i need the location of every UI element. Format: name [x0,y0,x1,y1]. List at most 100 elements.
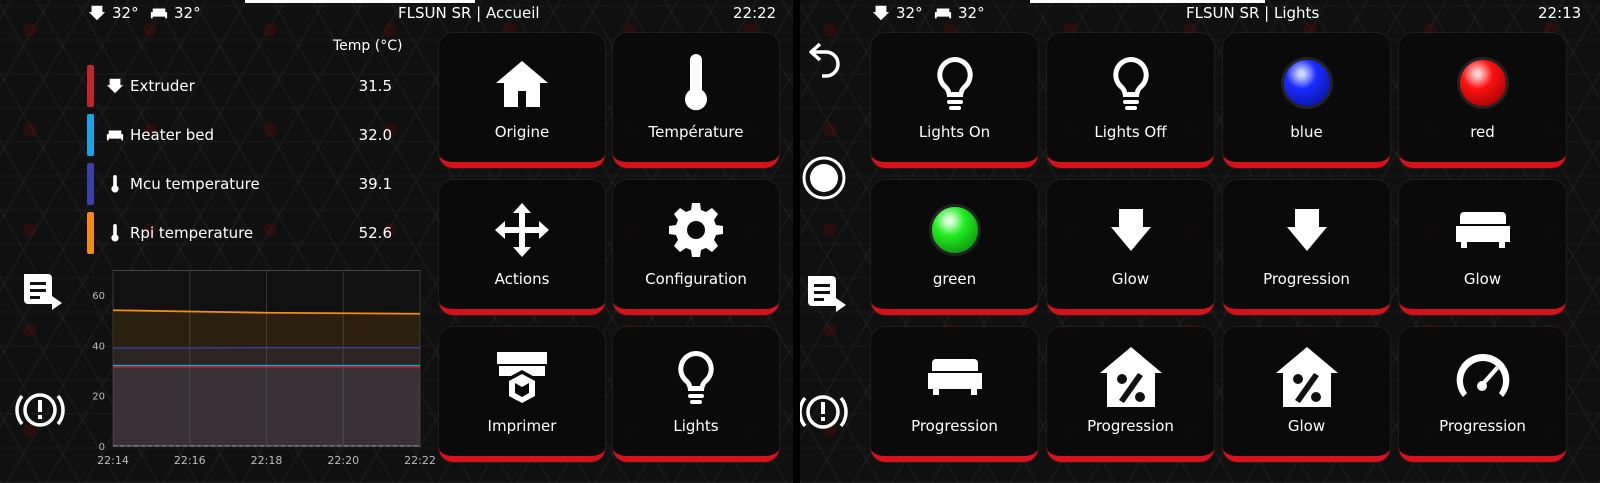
home-nav-button[interactable] [801,155,847,205]
alert-icon [800,395,848,429]
temp-value: 32.0 [358,126,392,144]
circle-home-icon [802,156,846,200]
alert-icon [15,393,65,427]
temp-color-bar [87,65,94,107]
y-tick-label: 20 [92,392,105,403]
clock: 22:22 [733,4,777,22]
temp-name: Heater bed [130,126,215,144]
red-light-button[interactable]: red [1399,33,1566,168]
emergency-stop-button[interactable] [800,388,849,440]
page-title: FLSUN SR | Accueil [398,4,540,22]
lights-screen: 32° 32° FLSUN SR | Lights 22:13 Lights O… [800,0,1600,483]
temp-row-heater-bed[interactable]: Heater bed 32.0 [87,113,392,157]
bed-temp-indicator: 32° [934,4,985,22]
extruder-icon [872,5,890,21]
script-run-icon [808,276,846,312]
button-label: Lights [673,416,719,435]
bed-icon [150,8,168,19]
bed-progression-button[interactable]: Progression [871,327,1038,462]
button-label: Progression [1439,416,1526,435]
blue-light-button[interactable]: blue [1223,33,1390,168]
top-bar: 32° 32° FLSUN SR | Lights 22:13 [800,0,1600,30]
button-label: Progression [1263,269,1350,288]
extruder-temp-indicator: 32° [88,4,139,22]
extruder-icon [1286,208,1327,251]
bed-temp-indicator: 32° [150,4,201,22]
bed-icon [934,8,952,19]
green-light-button[interactable]: green [871,180,1038,315]
top-bar: 32° 32° FLSUN SR | Accueil 22:22 [0,0,793,30]
page-title: FLSUN SR | Lights [1186,4,1320,22]
temp-name: Mcu temperature [130,175,260,193]
temp-color-bar [87,212,94,254]
gear-icon [669,202,723,257]
actions-button[interactable]: Actions [439,180,605,315]
y-tick-label: 40 [92,341,105,352]
extruder-progression-button[interactable]: Progression [1223,180,1390,315]
bed-icon [1455,211,1510,248]
temp-row-extruder[interactable]: Extruder 31.5 [87,64,392,108]
temperature-graph-svg: 22:14 22:16 22:18 22:20 22:22 0 20 40 60 [92,269,436,467]
print-button[interactable]: Imprimer [439,327,605,462]
green-ball-icon [928,203,981,256]
console-button[interactable] [802,272,850,322]
speed-gauge-icon [1456,353,1509,397]
bed-temp-text: 32° [174,4,201,22]
percent-glow-button[interactable]: Glow [1223,327,1390,462]
back-button[interactable] [808,38,844,82]
x-tick-label: 22:16 [174,454,206,467]
y-tick-label: 60 [92,291,105,302]
button-label: Lights Off [1094,122,1167,141]
percent-progression-button[interactable]: Progression [1047,327,1214,462]
button-label: Glow [1111,269,1150,288]
temp-row-rpi[interactable]: Rpi temperature 52.6 [87,211,392,255]
thermometer-icon [106,224,124,242]
temp-color-bar [87,114,94,156]
home-screen: 32° 32° FLSUN SR | Accueil 22:22 Temp (°… [0,0,793,483]
bed-temp-text: 32° [958,4,985,22]
extruder-temp-text: 32° [896,4,923,22]
move-arrows-icon [495,202,549,257]
temp-row-mcu[interactable]: Mcu temperature 39.1 [87,162,392,206]
button-label: Origine [494,122,550,141]
configuration-button[interactable]: Configuration [613,180,779,315]
console-button[interactable] [18,270,66,320]
lights-off-button[interactable]: Lights Off [1047,33,1214,168]
button-label: Progression [1087,416,1174,435]
home-axis-button[interactable]: Origine [439,33,605,168]
x-tick-label: 22:22 [404,454,436,467]
red-ball-icon [1456,56,1509,109]
thermometer-icon [685,53,707,110]
bed-icon [927,358,982,395]
extruder-icon [88,5,106,21]
x-tick-label: 22:18 [251,454,283,467]
emergency-stop-button[interactable] [14,386,66,438]
clock: 22:13 [1538,4,1582,22]
button-label: Température [648,122,744,141]
temperature-button[interactable]: Température [613,33,779,168]
printer-icon [497,351,547,403]
lights-on-button[interactable]: Lights On [871,33,1038,168]
speed-progression-button[interactable]: Progression [1399,327,1566,462]
button-label: Progression [911,416,998,435]
temp-color-bar [87,163,94,205]
script-run-icon [24,274,62,310]
temperature-graph: 22:14 22:16 22:18 22:20 22:22 0 20 40 60 [85,269,440,480]
button-label: Lights On [918,122,991,141]
button-label: green [932,269,977,288]
button-label: blue [1290,122,1323,141]
temp-name: Rpi temperature [130,224,254,242]
lightbulb-icon [936,56,973,110]
extruder-temp-text: 32° [112,4,139,22]
temp-value: 52.6 [358,224,392,242]
percent-house-icon [1275,346,1338,407]
extruder-glow-button[interactable]: Glow [1047,180,1214,315]
temp-header: Temp (°C) [333,38,403,54]
extruder-temp-indicator: 32° [872,4,923,22]
button-label: Configuration [645,269,747,288]
title-underline [1030,0,1265,3]
bed-glow-button[interactable]: Glow [1399,180,1566,315]
lights-button[interactable]: Lights [613,327,779,462]
blue-ball-icon [1280,56,1333,109]
button-label: Glow [1463,269,1502,288]
